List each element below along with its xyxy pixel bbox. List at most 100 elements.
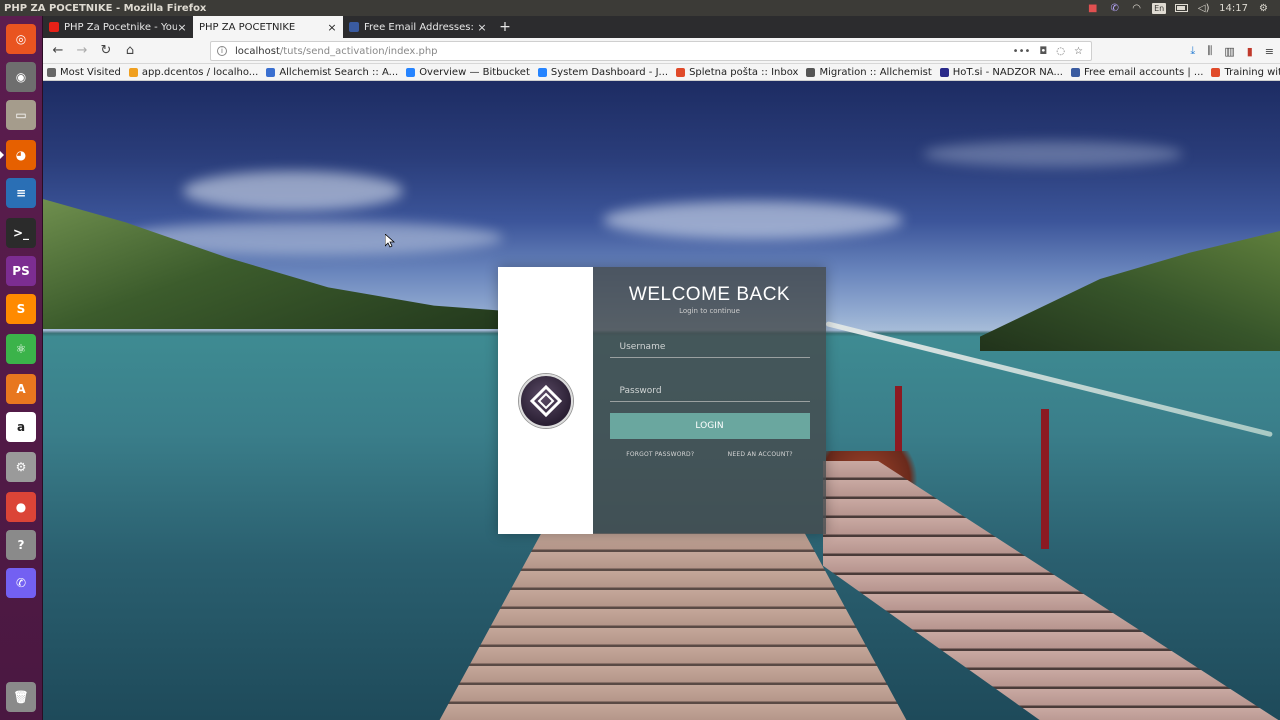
bookmark-label: app.dcentos / localho... (141, 66, 259, 78)
launcher-item[interactable]: ✆ (4, 566, 38, 600)
youtube-icon (49, 22, 59, 32)
pocket-icon[interactable]: ◘ (1039, 46, 1047, 57)
tab-strip: PHP Za Pocetnike - YouT × PHP ZA POCETNI… (43, 16, 1280, 38)
firefox-icon: ◕ (6, 140, 36, 170)
favicon-icon (806, 67, 816, 77)
close-icon[interactable]: × (477, 21, 487, 34)
wifi-icon[interactable]: ◠ (1130, 3, 1143, 14)
bookmark-label: HoT.si - NADZOR NA... (952, 66, 1063, 78)
camera-icon[interactable]: ■ (1086, 3, 1099, 14)
navigation-toolbar: ← → ↻ ⌂ i localhost/tuts/send_activation… (43, 38, 1280, 64)
launcher-item[interactable]: ⚙ (4, 450, 38, 484)
downloads-icon[interactable]: ⤓ (1190, 44, 1195, 58)
close-icon[interactable]: × (327, 21, 337, 34)
chrome-icon: ● (6, 492, 36, 522)
login-form: WELCOME BACK Login to continue LOGIN FOR… (593, 267, 826, 534)
launcher-item[interactable]: ≡ (4, 176, 38, 210)
close-icon[interactable]: × (177, 21, 187, 34)
back-button[interactable]: ← (47, 40, 69, 62)
bookmark-label: Overview — Bitbucket (419, 66, 530, 78)
toolbar-right: ⤓ ⫼ ▥ ▮ ≡ (1190, 41, 1274, 61)
ubuntu-dash-icon: ◎ (6, 24, 36, 54)
bookmark-item[interactable]: Spletna pošta :: Inbox (672, 67, 802, 78)
power-gear-icon[interactable]: ⚙ (1257, 3, 1270, 14)
forgot-password-link[interactable]: FORGOT PASSWORD? (626, 451, 694, 458)
site-favicon-icon (349, 22, 359, 32)
reload-button[interactable]: ↻ (95, 40, 117, 62)
bookmark-item[interactable]: System Dashboard - J... (534, 67, 672, 78)
launcher-item[interactable]: ? (4, 528, 38, 562)
login-links: FORGOT PASSWORD? NEED AN ACCOUNT? (610, 451, 810, 458)
sidebar-icon[interactable]: ▥ (1224, 45, 1234, 58)
atom-icon: ⚛ (6, 334, 36, 364)
launcher-item[interactable]: ◉ (4, 60, 38, 94)
home-button[interactable]: ⌂ (119, 40, 141, 62)
new-tab-button[interactable]: + (493, 16, 517, 38)
running-indicator (0, 151, 4, 159)
favicon-icon (1070, 67, 1080, 77)
bookmark-label: System Dashboard - J... (550, 66, 669, 78)
launcher-item[interactable]: ▭ (4, 98, 38, 132)
screenshot-icon[interactable]: ◌ (1056, 46, 1065, 57)
tab-label: PHP Za Pocetnike - YouT (64, 21, 177, 33)
keyboard-layout-indicator[interactable]: En (1152, 2, 1167, 14)
viber-tray-icon[interactable]: ✆ (1108, 3, 1121, 14)
launcher-item[interactable]: >_ (4, 216, 38, 250)
sublime-icon: S (6, 294, 36, 324)
library-icon[interactable]: ⫼ (1207, 44, 1212, 58)
need-account-link[interactable]: NEED AN ACCOUNT? (728, 451, 793, 458)
ubuntu-settings-icon: ◉ (6, 62, 36, 92)
url-text[interactable]: localhost/tuts/send_activation/index.php (235, 46, 438, 57)
favicon-icon (266, 67, 276, 77)
launcher-item[interactable]: A (4, 372, 38, 406)
launcher-item[interactable]: S (4, 292, 38, 326)
password-input[interactable] (609, 386, 810, 396)
tab-youtube[interactable]: PHP Za Pocetnike - YouT × (43, 16, 193, 38)
launcher-item[interactable]: a (4, 410, 38, 444)
page-viewport: WELCOME BACK Login to continue LOGIN FOR… (43, 81, 1280, 720)
url-bar[interactable]: i localhost/tuts/send_activation/index.p… (210, 41, 1092, 61)
bookmark-item[interactable]: Training with Live Pr... (1207, 67, 1280, 78)
login-button[interactable]: LOGIN (609, 413, 810, 439)
password-field (609, 378, 810, 402)
software-center-icon: A (6, 374, 36, 404)
bookmark-star-icon[interactable]: ☆ (1074, 46, 1083, 57)
bookmark-item[interactable]: Most Visited (43, 67, 125, 78)
login-subtitle: Login to continue (679, 307, 740, 315)
bookmark-label: Most Visited (60, 66, 121, 78)
tab-label: PHP ZA POCETNIKE (199, 21, 296, 33)
launcher-item[interactable]: PS (4, 254, 38, 288)
bookmark-label: Migration :: Allchemist (819, 66, 932, 78)
tab-php-za-pocetnike[interactable]: PHP ZA POCETNIKE × (193, 16, 343, 38)
bookmark-item[interactable]: app.dcentos / localho... (125, 67, 262, 78)
username-input[interactable] (609, 342, 810, 352)
launcher-item[interactable]: ◎ (4, 22, 38, 56)
terminal-icon: >_ (6, 218, 36, 248)
bookmark-item[interactable]: Migration :: Allchemist (802, 67, 935, 78)
volume-icon[interactable]: ◁) (1197, 3, 1210, 14)
launcher-item[interactable]: ⚛ (4, 332, 38, 366)
page-actions-icon[interactable]: ••• (1013, 46, 1031, 57)
favicon-icon (1211, 67, 1221, 77)
forward-button[interactable]: → (71, 40, 93, 62)
launcher-item[interactable]: ◕ (4, 138, 38, 172)
bookmark-item[interactable]: HoT.si - NADZOR NA... (936, 67, 1067, 78)
menu-icon[interactable]: ≡ (1265, 45, 1274, 58)
bookmark-item[interactable]: Free email accounts | ... (1067, 67, 1207, 78)
tab-label: Free Email Addresses: W (364, 21, 477, 33)
extension-icon[interactable]: ▮ (1247, 45, 1253, 58)
mouse-cursor-icon (385, 234, 395, 248)
window-title: PHP ZA POCETNIKE - Mozilla Firefox (4, 2, 207, 14)
tab-free-email[interactable]: Free Email Addresses: W × (343, 16, 493, 38)
url-host: localhost (235, 45, 280, 57)
bookmark-item[interactable]: Overview — Bitbucket (402, 67, 534, 78)
indicator-area: ■ ✆ ◠ En ◁) 14:17 ⚙ (1086, 2, 1280, 14)
bookmark-item[interactable]: Allchemist Search :: A... (262, 67, 402, 78)
launcher-item-trash[interactable]: 🗑 (4, 680, 38, 714)
username-field (609, 334, 810, 358)
site-info-icon[interactable]: i (217, 46, 227, 56)
launcher-item[interactable]: ● (4, 490, 38, 524)
battery-icon[interactable] (1175, 3, 1189, 14)
clock[interactable]: 14:17 (1219, 3, 1248, 14)
amazon-icon: a (6, 412, 36, 442)
